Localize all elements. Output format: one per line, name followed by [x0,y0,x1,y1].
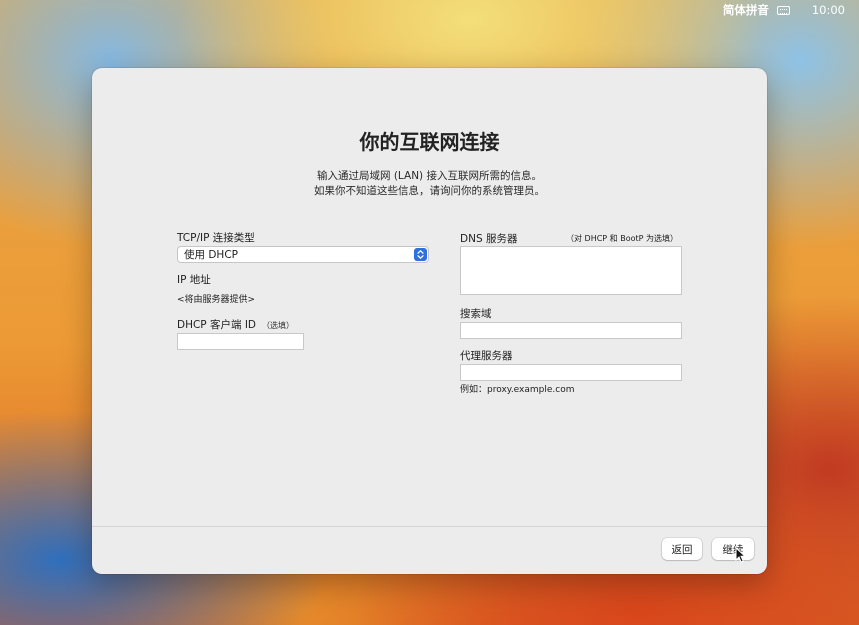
dhcp-client-id-input[interactable] [177,333,304,350]
search-domain-label: 搜索域 [460,308,492,320]
subtitle-line-1: 输入通过局域网 (LAN) 接入互联网所需的信息。 [317,170,542,182]
proxy-server-example: 例如：proxy.example.com [460,385,575,395]
tcpip-type-selected-value: 使用 DHCP [184,249,238,261]
dns-server-input[interactable] [460,246,682,295]
page-subtitle: 输入通过局域网 (LAN) 接入互联网所需的信息。 如果你不知道这些信息，请询问… [92,169,767,199]
tcpip-type-label: TCP/IP 连接类型 [177,232,255,244]
tcpip-type-select[interactable]: 使用 DHCP [177,246,429,263]
menu-bar: 简体拼音 10:00 [723,0,859,20]
ip-address-label: IP 地址 [177,274,211,286]
dhcp-client-id-label: DHCP 客户端 ID （选填） [177,317,294,332]
dns-server-hint: （对 DHCP 和 BootP 为选填） [566,234,678,243]
ip-address-value: <将由服务器提供> [177,295,256,305]
proxy-server-label: 代理服务器 [460,350,513,362]
back-button[interactable]: 返回 [662,538,702,560]
subtitle-line-2: 如果你不知道这些信息，请询问你的系统管理员。 [314,185,545,197]
keyboard-icon[interactable] [776,5,790,15]
continue-button[interactable]: 继续 [712,538,754,560]
page-title: 你的互联网连接 [359,130,500,154]
footer-divider [92,526,767,527]
updown-chevron-icon [414,248,427,261]
search-domain-input[interactable] [460,322,682,339]
dns-server-label: DNS 服务器 [460,233,518,245]
dhcp-client-id-label-text: DHCP 客户端 ID [177,319,257,331]
mouse-cursor-icon [735,547,746,563]
network-setup-window: 你的互联网连接 输入通过局域网 (LAN) 接入互联网所需的信息。 如果你不知道… [92,68,767,574]
input-method-label[interactable]: 简体拼音 [723,2,769,18]
proxy-server-input[interactable] [460,364,682,381]
menubar-clock[interactable]: 10:00 [812,3,845,17]
dhcp-client-id-hint: （选填） [262,321,295,330]
